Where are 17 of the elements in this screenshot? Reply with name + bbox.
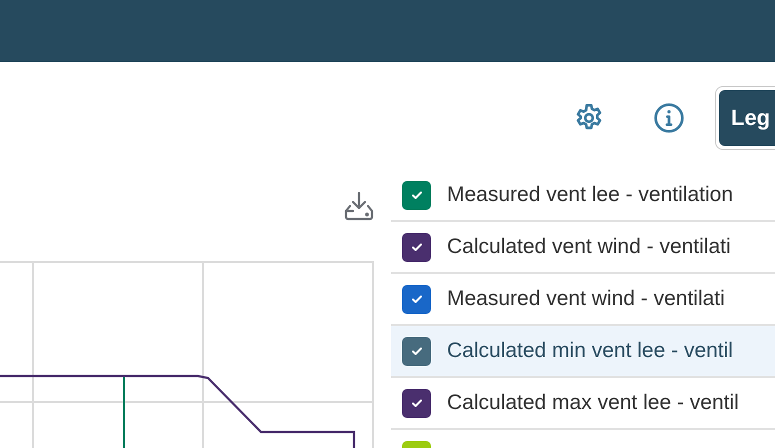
checkbox[interactable]	[402, 284, 431, 314]
legend-button[interactable]: Leg	[719, 90, 775, 146]
checkbox[interactable]	[402, 232, 431, 262]
legend-label: Measured vent lee - ventilation	[447, 183, 733, 207]
checkbox[interactable]	[402, 388, 431, 418]
legend-label: Calculated min vent lee - ventil	[447, 339, 733, 363]
legend-item[interactable]: Calculated vent wind - ventilati	[391, 222, 775, 274]
legend-item[interactable]: Calculated min vent lee - ventil	[391, 326, 775, 378]
legend-label: Calculated max vent lee - ventil	[447, 391, 739, 415]
download-icon[interactable]	[343, 191, 375, 221]
legend-label: Calculated vent wind - ventilati	[447, 235, 731, 259]
info-icon[interactable]	[653, 102, 685, 134]
legend-label: Measured vent wind - ventilati	[447, 287, 725, 311]
checkbox[interactable]	[402, 180, 431, 210]
legend-item[interactable]: Calculated max vent lee - ventil	[391, 378, 775, 430]
checkbox[interactable]	[402, 336, 431, 366]
legend-item[interactable]: Measured vent lee - ventilation	[391, 170, 775, 222]
